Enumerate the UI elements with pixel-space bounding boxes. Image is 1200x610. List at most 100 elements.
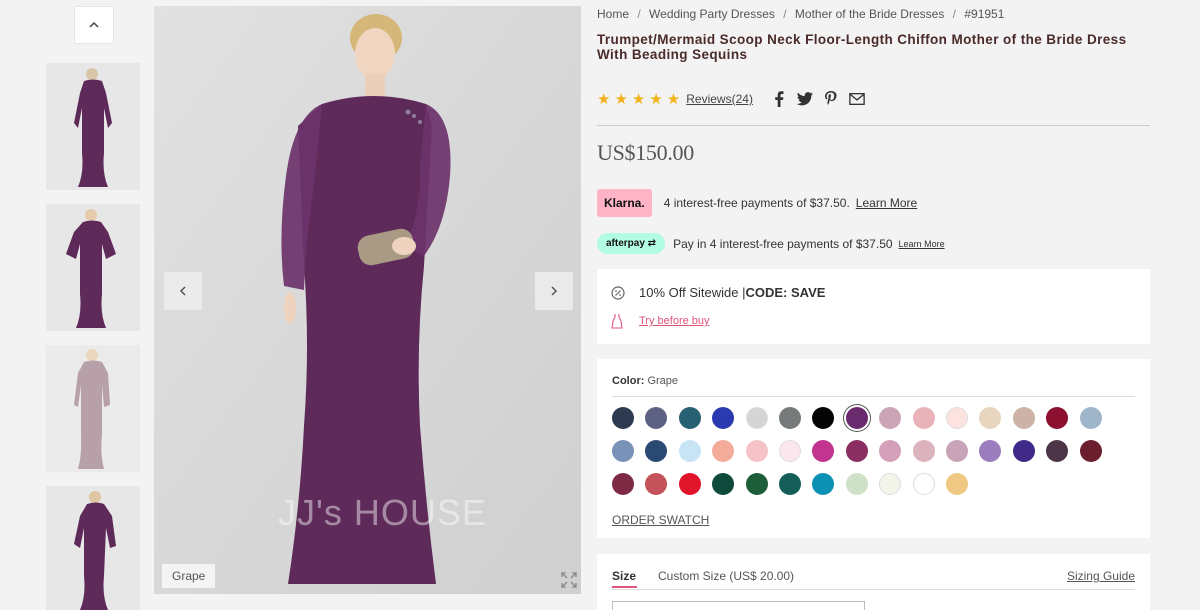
- thumbnail-2[interactable]: [46, 204, 140, 331]
- color-swatch[interactable]: [1079, 407, 1102, 429]
- color-swatch[interactable]: [678, 440, 701, 462]
- color-swatch[interactable]: [845, 407, 868, 429]
- zoom-button[interactable]: [557, 568, 581, 592]
- divider: [612, 589, 1135, 590]
- color-swatch[interactable]: [912, 440, 935, 462]
- color-swatch[interactable]: [946, 440, 968, 462]
- watermark: JJ's HOUSE: [278, 492, 487, 533]
- promo-code: CODE: SAVE: [745, 285, 826, 300]
- chevron-up-icon: [89, 21, 99, 28]
- thumbnail-4[interactable]: [46, 486, 140, 610]
- sizing-guide-link[interactable]: Sizing Guide: [1067, 569, 1135, 583]
- email-icon[interactable]: [849, 91, 865, 107]
- afterpay-learn-more-link[interactable]: Learn More: [899, 239, 945, 249]
- breadcrumb-separator: /: [637, 7, 641, 21]
- color-swatch[interactable]: [612, 473, 634, 495]
- color-swatch[interactable]: [712, 473, 735, 495]
- main-product-image: JJ's HOUSE Grape: [154, 6, 581, 594]
- color-swatch[interactable]: [1079, 440, 1102, 462]
- star-rating: ★★★★★: [597, 91, 685, 108]
- color-swatch[interactable]: [712, 407, 735, 429]
- color-swatch[interactable]: [779, 473, 801, 495]
- color-label: Color: Grape: [612, 375, 678, 387]
- color-swatch[interactable]: [879, 473, 902, 495]
- klarna-logo: Klarna.: [597, 189, 652, 217]
- color-swatch[interactable]: [845, 473, 868, 495]
- color-swatch[interactable]: [678, 407, 701, 429]
- afterpay-logo-text: afterpay: [606, 238, 645, 249]
- afterpay-text: Pay in 4 interest-free payments of $37.5…: [673, 236, 893, 251]
- divider: [612, 396, 1135, 397]
- color-swatch[interactable]: [812, 473, 835, 495]
- thumbnail-1[interactable]: [46, 63, 140, 190]
- color-swatch[interactable]: [645, 407, 668, 429]
- color-swatch[interactable]: [645, 473, 668, 495]
- breadcrumb-mother-of-bride[interactable]: Mother of the Bride Dresses: [795, 7, 944, 21]
- divider: [597, 125, 1150, 126]
- discount-icon: [611, 285, 625, 300]
- sitewide-promo-text: 10% Off Sitewide |: [639, 285, 746, 300]
- color-swatch[interactable]: [879, 440, 902, 462]
- size-tab[interactable]: Size: [612, 569, 636, 583]
- color-swatch[interactable]: [912, 473, 935, 495]
- size-select[interactable]: [612, 601, 865, 610]
- thumbnail-3[interactable]: [46, 345, 140, 472]
- color-swatch[interactable]: [678, 473, 701, 495]
- color-swatch[interactable]: [979, 440, 1002, 462]
- color-swatch[interactable]: [745, 440, 768, 462]
- color-swatch[interactable]: [812, 440, 835, 462]
- color-swatch[interactable]: [745, 407, 768, 429]
- expand-icon: [561, 572, 577, 588]
- product-title: Trumpet/Mermaid Scoop Neck Floor-Length …: [597, 32, 1127, 62]
- color-swatch[interactable]: [946, 473, 968, 495]
- facebook-icon[interactable]: [771, 91, 787, 107]
- reviews-link[interactable]: Reviews(24): [686, 92, 753, 106]
- color-swatch[interactable]: [745, 473, 768, 495]
- selected-color-name: Grape: [647, 375, 679, 387]
- klarna-row: Klarna. 4 interest-free payments of $37.…: [597, 189, 917, 217]
- breadcrumb-item-number: #91951: [964, 7, 1005, 21]
- breadcrumb-home[interactable]: Home: [597, 7, 629, 21]
- color-swatch[interactable]: [712, 440, 735, 462]
- dress-icon: [611, 314, 623, 329]
- product-price: US$150.00: [597, 140, 694, 165]
- gallery-next-button[interactable]: [535, 272, 573, 310]
- color-swatch[interactable]: [612, 440, 634, 462]
- color-swatch[interactable]: [979, 407, 1002, 429]
- twitter-icon[interactable]: [796, 91, 813, 107]
- color-swatch[interactable]: [1046, 407, 1069, 429]
- try-before-buy-link[interactable]: Try before buy: [639, 315, 710, 327]
- breadcrumb-wedding-party[interactable]: Wedding Party Dresses: [649, 7, 775, 21]
- thumbnail-image: [46, 204, 140, 331]
- color-swatch[interactable]: [612, 407, 634, 429]
- color-swatch[interactable]: [812, 407, 835, 429]
- color-swatch[interactable]: [1046, 440, 1069, 462]
- thumbnail-image: [46, 63, 140, 190]
- product-page: JJ's HOUSE Grape Home / Wedding Party Dr…: [0, 0, 1200, 610]
- custom-size-tab[interactable]: Custom Size (US$ 20.00): [658, 569, 794, 583]
- thumbnail-image: [46, 345, 140, 472]
- color-swatch[interactable]: [879, 407, 902, 429]
- color-swatch[interactable]: [1012, 407, 1035, 429]
- color-swatch[interactable]: [946, 407, 968, 429]
- color-swatch[interactable]: [645, 440, 668, 462]
- order-swatch-link[interactable]: ORDER SWATCH: [612, 513, 709, 527]
- klarna-learn-more-link[interactable]: Learn More: [856, 196, 917, 210]
- breadcrumb-separator: /: [952, 7, 957, 21]
- color-swatch[interactable]: [912, 407, 935, 429]
- image-color-tag: Grape: [162, 564, 216, 588]
- thumbnail-image: [46, 486, 140, 610]
- color-swatch[interactable]: [845, 440, 868, 462]
- promo-card: 10% Off Sitewide | CODE: SAVE Try before…: [597, 269, 1150, 344]
- klarna-text: 4 interest-free payments of $37.50.: [663, 196, 850, 210]
- afterpay-logo: afterpay ⇄: [597, 233, 666, 254]
- size-card: Size Custom Size (US$ 20.00) Sizing Guid…: [597, 554, 1150, 610]
- breadcrumb: Home / Wedding Party Dresses / Mother of…: [597, 7, 1004, 21]
- color-swatch[interactable]: [779, 407, 801, 429]
- afterpay-row: afterpay ⇄ Pay in 4 interest-free paymen…: [597, 233, 945, 254]
- thumbnail-scroll-up-button[interactable]: [74, 6, 114, 44]
- gallery-prev-button[interactable]: [164, 272, 202, 310]
- color-swatch[interactable]: [1012, 440, 1035, 462]
- pinterest-icon[interactable]: [823, 91, 839, 107]
- color-swatch[interactable]: [779, 440, 801, 462]
